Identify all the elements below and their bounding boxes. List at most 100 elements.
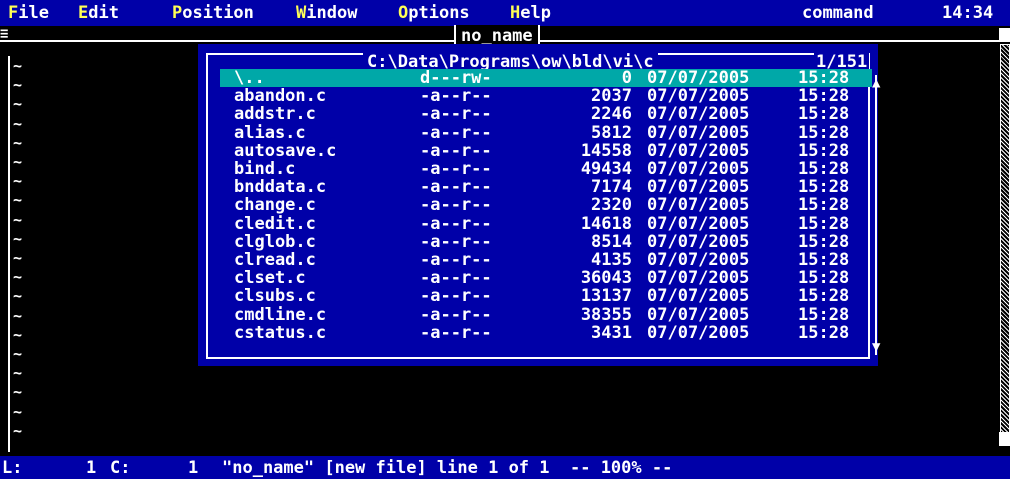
vertical-scrollbar[interactable] xyxy=(1000,44,1010,444)
file-name: abandon.c xyxy=(234,86,327,107)
file-date: 07/07/2005 xyxy=(647,213,750,234)
file-name: clglob.c xyxy=(234,231,316,252)
file-size: 14558 xyxy=(580,140,632,161)
dialog-scroll-up-icon[interactable]: ▲ xyxy=(872,75,880,91)
file-name: clsubs.c xyxy=(234,286,316,307)
file-dialog: C:\Data\Programs\ow\bld\vi\c 1/151 \.. d-… xyxy=(198,44,880,366)
file-size: 3431 xyxy=(591,322,632,343)
file-attr: -a--r-- xyxy=(420,213,492,234)
file-row[interactable]: cledit.c -a--r-- 14618 07/07/2005 15:28 xyxy=(220,215,872,233)
file-date: 07/07/2005 xyxy=(647,122,750,143)
file-row[interactable]: addstr.c -a--r-- 2246 07/07/2005 15:28 xyxy=(220,105,872,123)
window-menu-icon[interactable]: ≡ xyxy=(0,27,10,41)
file-row[interactable]: cmdline.c -a--r-- 38355 07/07/2005 15:28 xyxy=(220,306,872,324)
dialog-frame: C:\Data\Programs\ow\bld\vi\c 1/151 \.. d-… xyxy=(206,52,880,359)
file-time: 15:28 xyxy=(798,250,850,270)
file-size: 7174 xyxy=(591,177,632,198)
tilde-marker: ~ xyxy=(13,57,23,75)
file-size: 0 xyxy=(621,68,632,88)
file-size: 2320 xyxy=(591,195,632,216)
tilde-marker: ~ xyxy=(13,95,23,114)
tilde-marker: ~ xyxy=(13,421,23,440)
menu-help[interactable]: Help xyxy=(510,3,551,23)
file-size: 8514 xyxy=(591,231,632,252)
scroll-up-icon[interactable] xyxy=(999,28,1010,42)
tilde-marker: ~ xyxy=(13,249,23,267)
file-name: bind.c xyxy=(234,159,296,179)
file-date: 07/07/2005 xyxy=(647,195,750,216)
menu-edit[interactable]: Edit xyxy=(78,3,119,23)
file-name: addstr.c xyxy=(234,104,316,125)
file-row[interactable]: bind.c -a--r-- 49434 07/07/2005 15:28 xyxy=(220,160,872,178)
file-date: 07/07/2005 xyxy=(647,268,750,289)
clock: 14:34 xyxy=(942,3,994,23)
file-row[interactable]: bnddata.c -a--r-- 7174 07/07/2005 15:28 xyxy=(220,178,872,196)
status-col-value: 1 xyxy=(188,458,199,478)
file-row[interactable]: clsubs.c -a--r-- 13137 07/07/2005 15:28 xyxy=(220,287,872,305)
file-name: clset.c xyxy=(234,268,306,289)
file-time: 15:28 xyxy=(798,122,850,143)
menu-bar: File Edit Position Window Options Help c… xyxy=(0,0,1010,26)
dialog-scrollbar[interactable] xyxy=(875,75,885,355)
file-attr: -a--r-- xyxy=(420,177,492,198)
file-size: 5812 xyxy=(591,122,632,143)
file-size: 36043 xyxy=(580,268,632,289)
file-date: 07/07/2005 xyxy=(647,140,750,161)
file-name: \.. xyxy=(234,68,265,88)
file-attr: -a--r-- xyxy=(420,104,492,125)
window-left-border xyxy=(8,56,10,452)
file-time: 15:28 xyxy=(798,304,850,325)
file-attr: -a--r-- xyxy=(420,159,492,179)
file-row[interactable]: abandon.c -a--r-- 2037 07/07/2005 15:28 xyxy=(220,87,872,105)
tilde-marker: ~ xyxy=(13,345,23,363)
tilde-marker: ~ xyxy=(13,364,23,383)
file-date: 07/07/2005 xyxy=(647,322,750,343)
file-attr: -a--r-- xyxy=(420,195,492,216)
file-size: 14618 xyxy=(580,213,632,234)
file-size: 38355 xyxy=(580,304,632,325)
file-row[interactable]: autosave.c -a--r-- 14558 07/07/2005 15:28 xyxy=(220,142,872,160)
file-name: bnddata.c xyxy=(234,177,327,198)
tilde-marker: ~ xyxy=(13,268,23,287)
file-row[interactable]: clread.c -a--r-- 4135 07/07/2005 15:28 xyxy=(220,251,872,269)
file-attr: -a--r-- xyxy=(420,86,492,107)
file-date: 07/07/2005 xyxy=(647,86,750,107)
file-name: autosave.c xyxy=(234,140,337,161)
file-name: clread.c xyxy=(234,250,316,270)
file-attr: -a--r-- xyxy=(420,122,492,143)
file-size: 2037 xyxy=(591,86,632,107)
file-attr: -a--r-- xyxy=(420,304,492,325)
file-size: 2246 xyxy=(591,104,632,125)
file-time: 15:28 xyxy=(798,68,850,88)
tilde-marker: ~ xyxy=(13,133,23,152)
file-time: 15:28 xyxy=(798,286,850,307)
file-row[interactable]: change.c -a--r-- 2320 07/07/2005 15:28 xyxy=(220,196,872,214)
tilde-marker: ~ xyxy=(13,287,23,306)
file-row[interactable]: alias.c -a--r-- 5812 07/07/2005 15:28 xyxy=(220,124,872,142)
file-time: 15:28 xyxy=(798,195,850,216)
menu-position[interactable]: Position xyxy=(172,3,254,23)
file-date: 07/07/2005 xyxy=(647,250,750,270)
status-message: "no_name" [new file] line 1 of 1 -- 100%… xyxy=(222,458,673,478)
menu-window[interactable]: Window xyxy=(296,3,357,23)
menu-options[interactable]: Options xyxy=(398,3,470,23)
status-line-value: 1 xyxy=(86,458,97,478)
file-size: 49434 xyxy=(580,159,632,179)
tilde-marker: ~ xyxy=(13,172,23,191)
menu-file[interactable]: File xyxy=(8,3,49,23)
status-bar: L: 1 C: 1 "no_name" [new file] line 1 of… xyxy=(0,456,1010,479)
file-time: 15:28 xyxy=(798,177,850,198)
file-date: 07/07/2005 xyxy=(647,286,750,307)
file-row[interactable]: clset.c -a--r-- 36043 07/07/2005 15:28 xyxy=(220,269,872,287)
file-attr: -a--r-- xyxy=(420,250,492,270)
file-name: cstatus.c xyxy=(234,322,327,343)
file-row[interactable]: cstatus.c -a--r-- 3431 07/07/2005 15:28 xyxy=(220,324,872,342)
file-name: alias.c xyxy=(234,122,306,143)
dialog-scroll-down-icon[interactable]: ▼ xyxy=(872,339,880,355)
file-row-selected[interactable]: \.. d---rw- 0 07/07/2005 15:28 xyxy=(220,69,872,87)
file-time: 15:28 xyxy=(798,159,850,179)
file-row[interactable]: clglob.c -a--r-- 8514 07/07/2005 15:28 xyxy=(220,233,872,251)
scroll-down-icon[interactable] xyxy=(999,432,1010,446)
tilde-marker: ~ xyxy=(13,114,23,133)
file-date: 07/07/2005 xyxy=(647,104,750,125)
